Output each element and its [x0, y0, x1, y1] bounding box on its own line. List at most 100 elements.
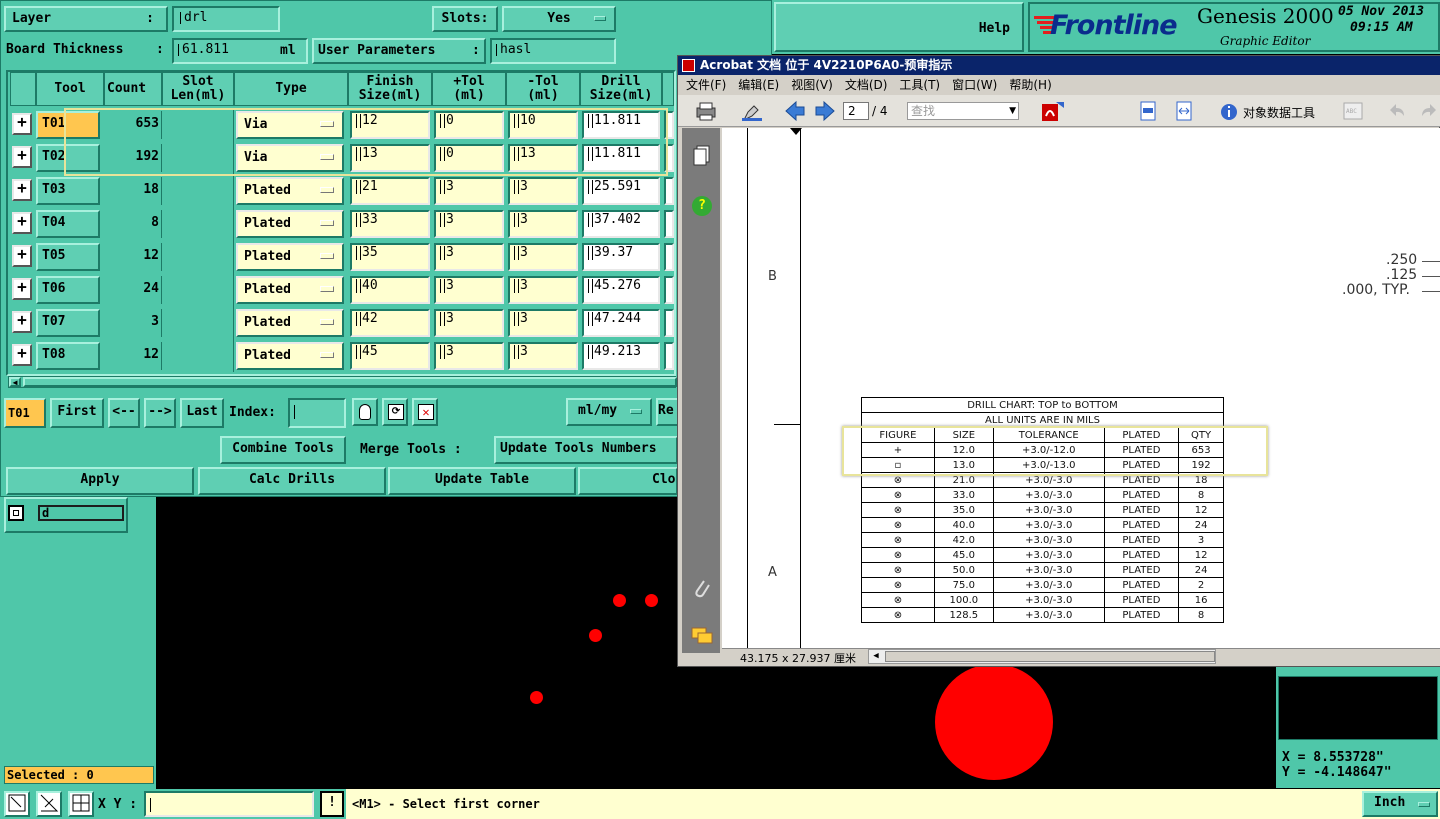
expand-row-button[interactable]: + [12, 179, 32, 201]
acrobat-title-bar[interactable]: Acrobat 文档 位于 4V2210P6A0-预审指示 [678, 56, 1440, 75]
xy-input[interactable] [144, 791, 314, 817]
type-dropdown[interactable]: Plated [236, 276, 344, 304]
type-dropdown[interactable]: Plated [236, 210, 344, 238]
calc-drills-button[interactable]: Calc Drills [198, 467, 386, 495]
finish-size-field[interactable]: 42 [350, 309, 430, 337]
object-data-tool-button[interactable]: 对象数据工具 [1218, 100, 1324, 122]
zoom-fit-button[interactable] [4, 791, 30, 817]
undo-button[interactable] [1386, 100, 1408, 122]
apply-button[interactable]: Apply [6, 467, 194, 495]
minus-tol-field[interactable]: 3 [508, 309, 578, 337]
expand-row-button[interactable]: + [12, 212, 32, 234]
drill-size-field[interactable]: 25.591 [582, 177, 660, 205]
fit-page-button[interactable] [1138, 100, 1158, 122]
drill-size-field[interactable]: 37.402 [582, 210, 660, 238]
type-dropdown[interactable]: Plated [236, 243, 344, 271]
hscroll-thumb[interactable] [23, 377, 677, 387]
finish-size-field[interactable]: 40 [350, 276, 430, 304]
extra-field[interactable] [664, 210, 674, 238]
delete-button[interactable]: ✕ [412, 398, 438, 426]
menu-item[interactable]: 文件(F) [686, 78, 726, 92]
tool-id-cell[interactable]: T03 [36, 177, 100, 205]
expand-row-button[interactable]: + [12, 278, 32, 300]
menu-item[interactable]: 帮助(H) [1009, 78, 1051, 92]
finish-size-field[interactable]: 21 [350, 177, 430, 205]
fit-width-button[interactable] [1174, 100, 1194, 122]
plus-tol-field[interactable]: 3 [434, 210, 504, 238]
minus-tol-field[interactable]: 3 [508, 276, 578, 304]
expand-row-button[interactable]: + [12, 113, 32, 135]
redo-button[interactable] [1420, 100, 1440, 122]
update-table-button[interactable]: Update Table [388, 467, 576, 495]
unit-dropdown[interactable]: Inch [1362, 791, 1438, 817]
extra-field[interactable] [664, 243, 674, 271]
menu-item[interactable]: 视图(V) [791, 78, 833, 92]
user-params-field[interactable]: hasl [490, 38, 616, 64]
find-field[interactable]: 查找 ▼ [907, 102, 1019, 120]
drill-size-field[interactable]: 45.276 [582, 276, 660, 304]
attachments-button[interactable] [692, 577, 712, 601]
finish-size-field[interactable]: 45 [350, 342, 430, 370]
expand-row-button[interactable]: + [12, 146, 32, 168]
next-button[interactable]: --> [144, 398, 176, 428]
tool-id-cell[interactable]: T05 [36, 243, 100, 271]
layer-item[interactable]: d [38, 505, 124, 521]
drill-size-field[interactable]: 47.244 [582, 309, 660, 337]
units-dropdown[interactable]: ml/my [566, 398, 652, 426]
acrobat-hscrollbar[interactable]: ◀ [868, 649, 1216, 664]
menu-item[interactable]: 编辑(E) [738, 78, 779, 92]
page-number-field[interactable]: 2 [843, 102, 869, 120]
tool-id-cell[interactable]: T06 [36, 276, 100, 304]
prev-page-button[interactable] [784, 100, 806, 122]
tool-id-cell[interactable]: T08 [36, 342, 100, 370]
index-field[interactable] [288, 398, 346, 428]
comments-button[interactable] [690, 626, 714, 646]
finish-size-field[interactable]: 33 [350, 210, 430, 238]
spellcheck-button[interactable]: ABC [1342, 100, 1364, 122]
prev-button[interactable]: <-- [108, 398, 140, 428]
slots-dropdown[interactable]: Yes [502, 6, 616, 32]
next-page-button[interactable] [814, 100, 836, 122]
table-hscrollbar[interactable]: ◀ [8, 376, 677, 388]
menu-item[interactable]: 窗口(W) [952, 78, 997, 92]
tool-id-cell[interactable]: T04 [36, 210, 100, 238]
plus-tol-field[interactable]: 3 [434, 243, 504, 271]
expand-row-button[interactable]: + [12, 245, 32, 267]
plus-tol-field[interactable]: 3 [434, 342, 504, 370]
plus-tol-field[interactable]: 3 [434, 276, 504, 304]
refresh-button[interactable]: ⟳ [382, 398, 408, 426]
plus-tol-field[interactable]: 3 [434, 309, 504, 337]
update-tools-numbers-button[interactable]: Update Tools Numbers [494, 436, 678, 464]
type-dropdown[interactable]: Plated [236, 177, 344, 205]
first-button[interactable]: First [50, 398, 104, 428]
minus-tol-field[interactable]: 3 [508, 342, 578, 370]
last-button[interactable]: Last [180, 398, 224, 428]
measure-button[interactable] [36, 791, 62, 817]
extra-field[interactable] [664, 342, 674, 370]
extra-field[interactable] [664, 276, 674, 304]
finish-size-field[interactable]: 35 [350, 243, 430, 271]
help-button[interactable]: Help [774, 2, 1024, 52]
pdf-export-button[interactable] [1040, 100, 1066, 122]
sign-button[interactable] [740, 100, 764, 122]
minus-tol-field[interactable]: 3 [508, 177, 578, 205]
acrobat-scroll-thumb[interactable] [885, 651, 1215, 662]
tool-id-cell[interactable]: T07 [36, 309, 100, 337]
print-button[interactable] [694, 100, 718, 122]
type-dropdown[interactable]: Plated [236, 309, 344, 337]
scroll-left-icon[interactable]: ◀ [869, 650, 883, 663]
help-panel-button[interactable]: ? [692, 196, 712, 216]
menu-item[interactable]: 工具(T) [899, 78, 940, 92]
extra-field[interactable] [664, 177, 674, 205]
plus-tol-field[interactable]: 3 [434, 177, 504, 205]
combine-tools-button[interactable]: Combine Tools [220, 436, 346, 464]
drill-size-field[interactable]: 49.213 [582, 342, 660, 370]
board-thickness-field[interactable]: 61.811 ml [172, 38, 308, 64]
pages-panel-button[interactable] [692, 144, 712, 166]
expand-row-button[interactable]: + [12, 344, 32, 366]
alert-button[interactable]: ! [320, 791, 344, 817]
minus-tol-field[interactable]: 3 [508, 210, 578, 238]
minus-tol-field[interactable]: 3 [508, 243, 578, 271]
drill-size-field[interactable]: 39.37 [582, 243, 660, 271]
type-dropdown[interactable]: Plated [236, 342, 344, 370]
